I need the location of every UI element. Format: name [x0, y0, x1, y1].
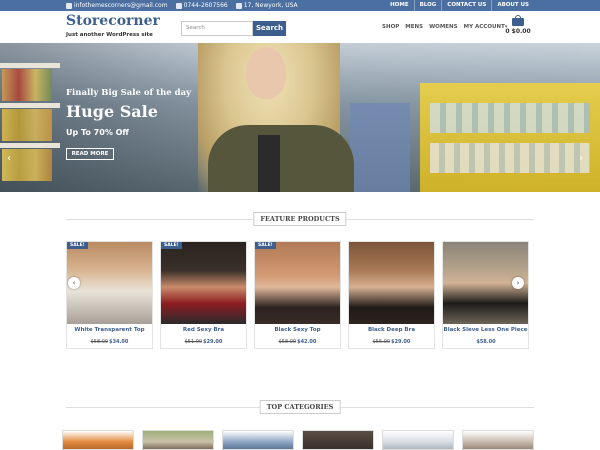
top-bar: infothemescorners@gmail.com 0744-2607566… — [0, 0, 600, 11]
carousel-prev-icon[interactable]: ‹ — [68, 277, 80, 289]
product-price: $55.00$29.00 — [349, 339, 434, 345]
section-title: TOP CATEGORIES — [259, 400, 341, 414]
hero-model-top — [258, 135, 280, 192]
product-name[interactable]: Black Sleve Less One Piece — [443, 327, 528, 333]
nav-womens[interactable]: WOMENS — [429, 24, 458, 30]
shelf-products — [430, 103, 590, 133]
product-card[interactable]: SALE! Black Sexy Top $58.00$42.00 — [254, 241, 341, 349]
category-thumb[interactable] — [142, 430, 214, 450]
top-categories-heading: TOP CATEGORIES — [66, 400, 534, 414]
category-thumb[interactable] — [382, 430, 454, 450]
product-card[interactable]: SALE! Red Sexy Bra $51.00$29.00 — [160, 241, 247, 349]
email-text: infothemescorners@gmail.com — [74, 2, 168, 9]
site-header: Storecorner Just another WordPress site … — [0, 11, 600, 43]
shelf-decor — [350, 103, 410, 192]
hero-subtitle: Finally Big Sale of the day — [66, 88, 192, 98]
email-contact[interactable]: infothemescorners@gmail.com — [66, 0, 168, 11]
old-price: $58.00 — [90, 339, 109, 345]
category-thumb[interactable] — [302, 430, 374, 450]
hero-next-arrow-icon[interactable]: › — [576, 153, 586, 165]
category-thumb[interactable] — [62, 430, 134, 450]
product-price: $51.00$29.00 — [161, 339, 246, 345]
location-icon — [235, 2, 242, 9]
address-contact: 17, Newyork, USA — [235, 0, 298, 11]
address-text: 17, Newyork, USA — [243, 2, 298, 9]
shelf-decor — [0, 63, 60, 68]
product-image[interactable] — [255, 242, 340, 324]
nav-mens[interactable]: MENS — [405, 24, 423, 30]
sale-badge: SALE! — [67, 242, 88, 249]
phone-contact: 0744-2607566 — [175, 0, 228, 11]
product-name[interactable]: Black Sexy Top — [255, 327, 340, 333]
product-price: $58.00$42.00 — [255, 339, 340, 345]
old-price: $58.00 — [278, 339, 297, 345]
site-tagline: Just another WordPress site — [66, 32, 153, 38]
shelf-decor — [420, 83, 600, 192]
top-link-home[interactable]: HOME — [385, 0, 414, 11]
product-carousel: SALE! White Transparent Top $58.00$34.00… — [66, 241, 534, 349]
feature-products-heading: FEATURE PRODUCTS — [66, 212, 534, 226]
old-price: $51.00 — [184, 339, 203, 345]
product-card[interactable]: Black Deep Bra $55.00$29.00 — [348, 241, 435, 349]
carousel-next-icon[interactable]: › — [512, 277, 524, 289]
product-card[interactable]: Black Sleve Less One Piece $58.00 — [442, 241, 529, 349]
cart-widget[interactable]: 0 $0.00 — [505, 15, 531, 35]
hero-model-face — [246, 47, 286, 99]
shelf-products — [2, 69, 52, 101]
search-input[interactable]: Search — [181, 21, 253, 36]
old-price: $55.00 — [372, 339, 391, 345]
product-image[interactable] — [161, 242, 246, 324]
top-link-contact[interactable]: CONTACT US — [441, 0, 491, 11]
product-name[interactable]: Red Sexy Bra — [161, 327, 246, 333]
search-button[interactable]: Search — [253, 21, 286, 36]
nav-shop[interactable]: SHOP — [382, 24, 399, 30]
product-price: $58.00 — [443, 339, 528, 345]
hero-prev-arrow-icon[interactable]: ‹ — [4, 153, 14, 165]
shelf-decor — [0, 103, 60, 108]
hero-title: Huge Sale — [66, 102, 158, 121]
hero-discount: Up To 70% Off — [66, 128, 129, 137]
nav-my-account[interactable]: MY ACCOUNT▾ — [464, 24, 508, 30]
product-name[interactable]: White Transparent Top — [67, 327, 152, 333]
product-price: $58.00$34.00 — [67, 339, 152, 345]
mail-icon — [66, 2, 72, 9]
sale-badge: SALE! — [161, 242, 182, 249]
new-price: $42.00 — [297, 339, 317, 345]
new-price: $29.00 — [391, 339, 411, 345]
read-more-button[interactable]: READ MORE — [66, 148, 114, 160]
site-title[interactable]: Storecorner — [66, 13, 160, 29]
main-nav: SHOP MENS WOMENS MY ACCOUNT▾ — [382, 24, 507, 30]
product-name[interactable]: Black Deep Bra — [349, 327, 434, 333]
phone-text: 0744-2607566 — [183, 2, 228, 9]
section-title: FEATURE PRODUCTS — [253, 212, 347, 226]
new-price: $58.00 — [476, 339, 496, 345]
hero-model-jacket — [208, 125, 354, 192]
shelf-decor — [0, 143, 60, 148]
nav-my-account-label: MY ACCOUNT — [463, 24, 505, 30]
category-thumb[interactable] — [462, 430, 534, 450]
phone-icon — [175, 2, 182, 9]
shopping-bag-icon — [512, 15, 524, 26]
top-links: HOME BLOG CONTACT US ABOUT US — [385, 0, 534, 11]
shelf-products — [430, 143, 590, 173]
category-grid — [62, 430, 534, 450]
new-price: $34.00 — [109, 339, 129, 345]
new-price: $29.00 — [203, 339, 223, 345]
sale-badge: SALE! — [255, 242, 276, 249]
product-card[interactable]: SALE! White Transparent Top $58.00$34.00 — [66, 241, 153, 349]
cart-total: 0 $0.00 — [505, 28, 531, 35]
contact-info: infothemescorners@gmail.com 0744-2607566… — [66, 0, 298, 11]
top-link-blog[interactable]: BLOG — [413, 0, 442, 11]
top-link-about[interactable]: ABOUT US — [491, 0, 534, 11]
product-image[interactable] — [349, 242, 434, 324]
category-thumb[interactable] — [222, 430, 294, 450]
shelf-products — [2, 109, 52, 141]
